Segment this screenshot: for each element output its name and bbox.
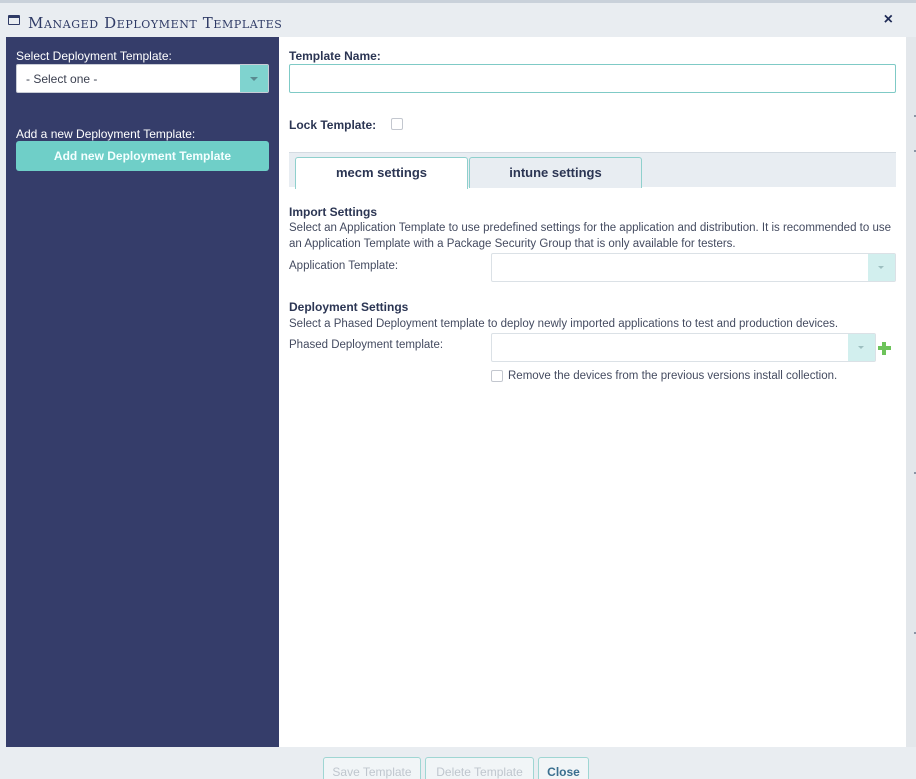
main-panel: Template Name: Lock Template: mecm setti… <box>279 37 906 747</box>
delete-template-button[interactable]: Delete Template <box>425 757 534 779</box>
remove-devices-checkbox[interactable] <box>491 370 503 382</box>
tab-intune-settings[interactable]: intune settings <box>469 157 642 188</box>
tab-mecm-settings[interactable]: mecm settings <box>295 157 468 189</box>
settings-tabs: mecm settings intune settings <box>289 152 896 189</box>
select-template-dropdown[interactable]: - Select one - <box>16 64 269 93</box>
application-template-dropdown[interactable] <box>491 253 896 282</box>
add-template-button[interactable]: Add new Deployment Template <box>16 141 269 171</box>
deployment-settings-description: Select a Phased Deployment template to d… <box>289 318 839 330</box>
phased-deployment-label: Phased Deployment template: <box>289 339 444 351</box>
save-template-button[interactable]: Save Template <box>323 757 421 779</box>
chevron-down-icon[interactable] <box>848 334 875 361</box>
template-name-input[interactable] <box>289 64 896 93</box>
add-phased-deployment-icon[interactable] <box>878 342 891 355</box>
select-template-label: Select Deployment Template: <box>16 49 172 63</box>
remove-devices-label: Remove the devices from the previous ver… <box>508 370 838 382</box>
dialog-title: Managed Deployment Templates <box>28 14 283 32</box>
window-icon <box>8 15 20 25</box>
chevron-down-icon[interactable] <box>868 254 895 281</box>
lock-template-label: Lock Template: <box>289 118 377 132</box>
managed-deployment-templates-dialog: Managed Deployment Templates × Select De… <box>0 0 916 779</box>
sidebar: Select Deployment Template: - Select one… <box>6 37 279 747</box>
close-icon[interactable]: × <box>884 11 893 29</box>
add-template-label: Add a new Deployment Template: <box>16 127 196 141</box>
lock-template-checkbox[interactable] <box>391 118 403 130</box>
title-bar: Managed Deployment Templates × <box>0 6 906 37</box>
chevron-down-icon[interactable] <box>240 65 268 92</box>
application-template-label: Application Template: <box>289 260 399 272</box>
deployment-settings-title: Deployment Settings <box>289 300 409 314</box>
import-settings-description: Select an Application Template to use pr… <box>289 222 891 250</box>
select-template-value: - Select one - <box>26 72 98 86</box>
right-edge-strip <box>906 37 916 747</box>
template-name-label: Template Name: <box>289 49 381 63</box>
close-button[interactable]: Close <box>538 757 589 779</box>
import-settings-title: Import Settings <box>289 205 378 219</box>
phased-deployment-dropdown[interactable] <box>491 333 876 362</box>
